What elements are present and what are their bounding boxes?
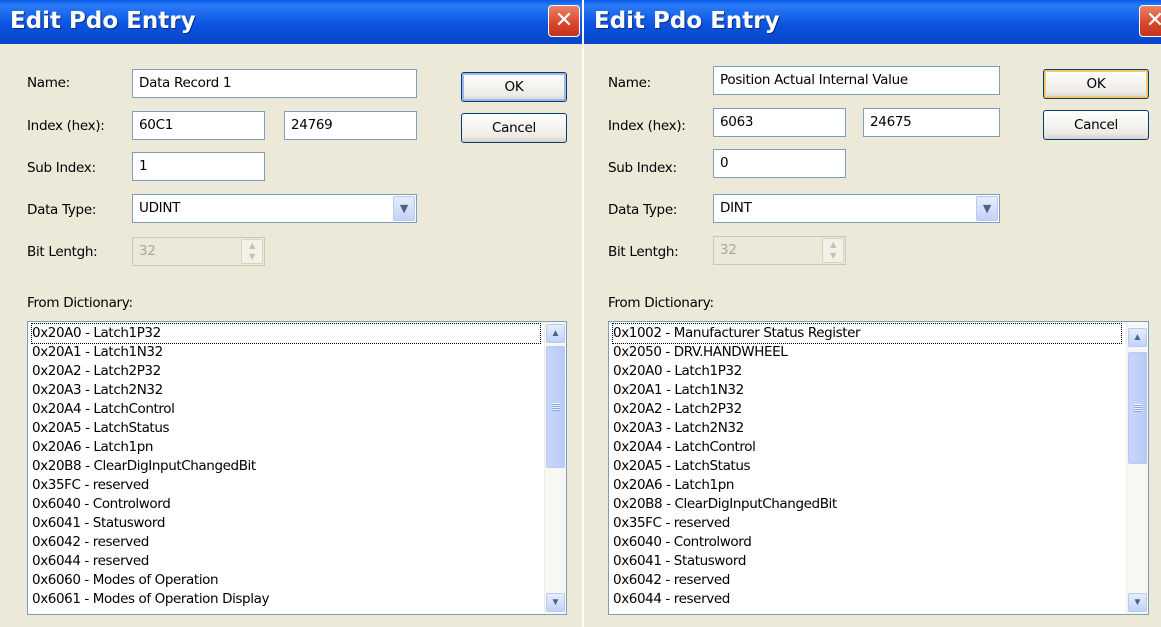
subindex-label: Sub Index: <box>608 160 677 176</box>
scroll-down-icon[interactable]: ▼ <box>546 593 565 612</box>
ok-button[interactable]: OK <box>461 72 567 102</box>
datatype-select[interactable]: DINT ▼ <box>713 194 1000 223</box>
title-bar[interactable]: Edit Pdo Entry ✕ <box>584 0 1161 44</box>
list-item[interactable]: 0x6040 - Controlword <box>613 533 752 552</box>
list-item[interactable]: 0x35FC - reserved <box>32 476 149 495</box>
scroll-down-icon[interactable]: ▼ <box>1128 593 1147 612</box>
list-item[interactable]: 0x20A6 - Latch1pn <box>32 438 153 457</box>
vertical-scrollbar[interactable]: ▲ ▼ <box>1126 322 1148 614</box>
cancel-button[interactable]: Cancel <box>1043 110 1149 140</box>
index-hex-field[interactable]: 60C1 <box>132 111 265 140</box>
list-item[interactable]: 0x20A5 - LatchStatus <box>32 419 170 438</box>
cancel-button[interactable]: Cancel <box>461 113 567 143</box>
list-item[interactable]: 0x6060 - Modes of Operation <box>32 571 219 590</box>
grip-icon <box>1134 404 1142 412</box>
list-item[interactable]: 0x20B8 - ClearDigInputChangedBit <box>613 495 837 514</box>
edit-pdo-entry-dialog-left: Edit Pdo Entry ✕ Name: Data Record 1 Ind… <box>0 0 582 627</box>
datatype-label: Data Type: <box>27 202 97 218</box>
list-item[interactable]: 0x20B8 - ClearDigInputChangedBit <box>32 457 256 476</box>
index-hex-field[interactable]: 6063 <box>713 108 846 137</box>
list-item[interactable]: 0x20A4 - LatchControl <box>32 400 175 419</box>
scroll-up-icon[interactable]: ▲ <box>1128 328 1147 347</box>
list-item[interactable]: 0x6042 - reserved <box>32 533 149 552</box>
list-item[interactable]: 0x35FC - reserved <box>613 514 730 533</box>
list-item[interactable]: 0x20A1 - Latch1N32 <box>613 381 744 400</box>
dialog-title: Edit Pdo Entry <box>10 8 196 34</box>
scroll-thumb[interactable] <box>546 346 565 468</box>
list-item[interactable]: 0x2050 - DRV.HANDWHEEL <box>613 343 788 362</box>
dictionary-label: From Dictionary: <box>27 295 133 311</box>
dictionary-listbox[interactable]: 0x20A0 - Latch1P32 0x20A1 - Latch1N32 0x… <box>27 321 567 615</box>
spin-updown-icon: ▲ ▼ <box>822 238 844 263</box>
list-item[interactable]: 0x20A5 - LatchStatus <box>613 457 751 476</box>
ok-button[interactable]: OK <box>1043 69 1149 99</box>
title-bar[interactable]: Edit Pdo Entry ✕ <box>0 0 582 44</box>
close-icon[interactable]: ✕ <box>1139 5 1161 37</box>
datatype-value: DINT <box>720 200 752 216</box>
spin-updown-icon: ▲ ▼ <box>241 239 263 264</box>
list-item[interactable]: 0x6044 - reserved <box>613 590 730 609</box>
name-label: Name: <box>608 75 651 91</box>
vertical-scrollbar[interactable]: ▲ ▼ <box>544 322 566 614</box>
bitlength-stepper: 32 ▲ ▼ <box>132 237 265 266</box>
list-item[interactable]: 0x20A3 - Latch2N32 <box>32 381 163 400</box>
datatype-select[interactable]: UDINT ▼ <box>132 194 417 223</box>
subindex-label: Sub Index: <box>27 160 96 176</box>
bitlength-value: 32 <box>720 242 737 258</box>
grip-icon <box>552 403 560 411</box>
subindex-field[interactable]: 0 <box>713 149 846 178</box>
index-label: Index (hex): <box>608 118 686 134</box>
index-dec-field[interactable]: 24769 <box>284 111 417 140</box>
edit-pdo-entry-dialog-right: Edit Pdo Entry ✕ Name: Position Actual I… <box>584 0 1161 627</box>
datatype-value: UDINT <box>139 200 181 216</box>
datatype-label: Data Type: <box>608 202 678 218</box>
bitlength-label: Bit Lentgh: <box>608 244 679 260</box>
list-item[interactable]: 0x20A3 - Latch2N32 <box>613 419 744 438</box>
close-icon[interactable]: ✕ <box>548 5 580 37</box>
bitlength-label: Bit Lentgh: <box>27 244 98 260</box>
dictionary-label: From Dictionary: <box>608 295 714 311</box>
dictionary-listbox[interactable]: 0x1002 - Manufacturer Status Register 0x… <box>608 321 1149 615</box>
list-item[interactable]: 0x20A6 - Latch1pn <box>613 476 734 495</box>
dialog-title: Edit Pdo Entry <box>594 8 780 34</box>
list-item[interactable]: 0x20A0 - Latch1P32 <box>31 323 541 344</box>
list-item[interactable]: 0x6061 - Modes of Operation Display <box>32 590 269 609</box>
index-dec-field[interactable]: 24675 <box>863 108 1000 137</box>
bitlength-stepper: 32 ▲ ▼ <box>713 236 846 265</box>
scroll-up-icon[interactable]: ▲ <box>546 324 565 343</box>
list-item[interactable]: 0x20A0 - Latch1P32 <box>613 362 742 381</box>
list-item[interactable]: 0x6042 - reserved <box>613 571 730 590</box>
list-item[interactable]: 0x20A2 - Latch2P32 <box>32 362 161 381</box>
chevron-down-icon[interactable]: ▼ <box>976 196 998 221</box>
subindex-field[interactable]: 1 <box>132 152 265 181</box>
list-item[interactable]: 0x6041 - Statusword <box>32 514 165 533</box>
name-field[interactable]: Data Record 1 <box>132 69 417 98</box>
name-field[interactable]: Position Actual Internal Value <box>713 66 1000 95</box>
chevron-down-icon[interactable]: ▼ <box>393 196 415 221</box>
list-item[interactable]: 0x6044 - reserved <box>32 552 149 571</box>
list-item[interactable]: 0x6041 - Statusword <box>613 552 746 571</box>
list-item[interactable]: 0x1002 - Manufacturer Status Register <box>612 323 1122 344</box>
list-item[interactable]: 0x6040 - Controlword <box>32 495 171 514</box>
index-label: Index (hex): <box>27 118 105 134</box>
list-item[interactable]: 0x20A1 - Latch1N32 <box>32 343 163 362</box>
bitlength-value: 32 <box>139 243 156 259</box>
list-item[interactable]: 0x20A4 - LatchControl <box>613 438 756 457</box>
name-label: Name: <box>27 75 70 91</box>
scroll-thumb[interactable] <box>1128 352 1147 464</box>
list-item[interactable]: 0x20A2 - Latch2P32 <box>613 400 742 419</box>
